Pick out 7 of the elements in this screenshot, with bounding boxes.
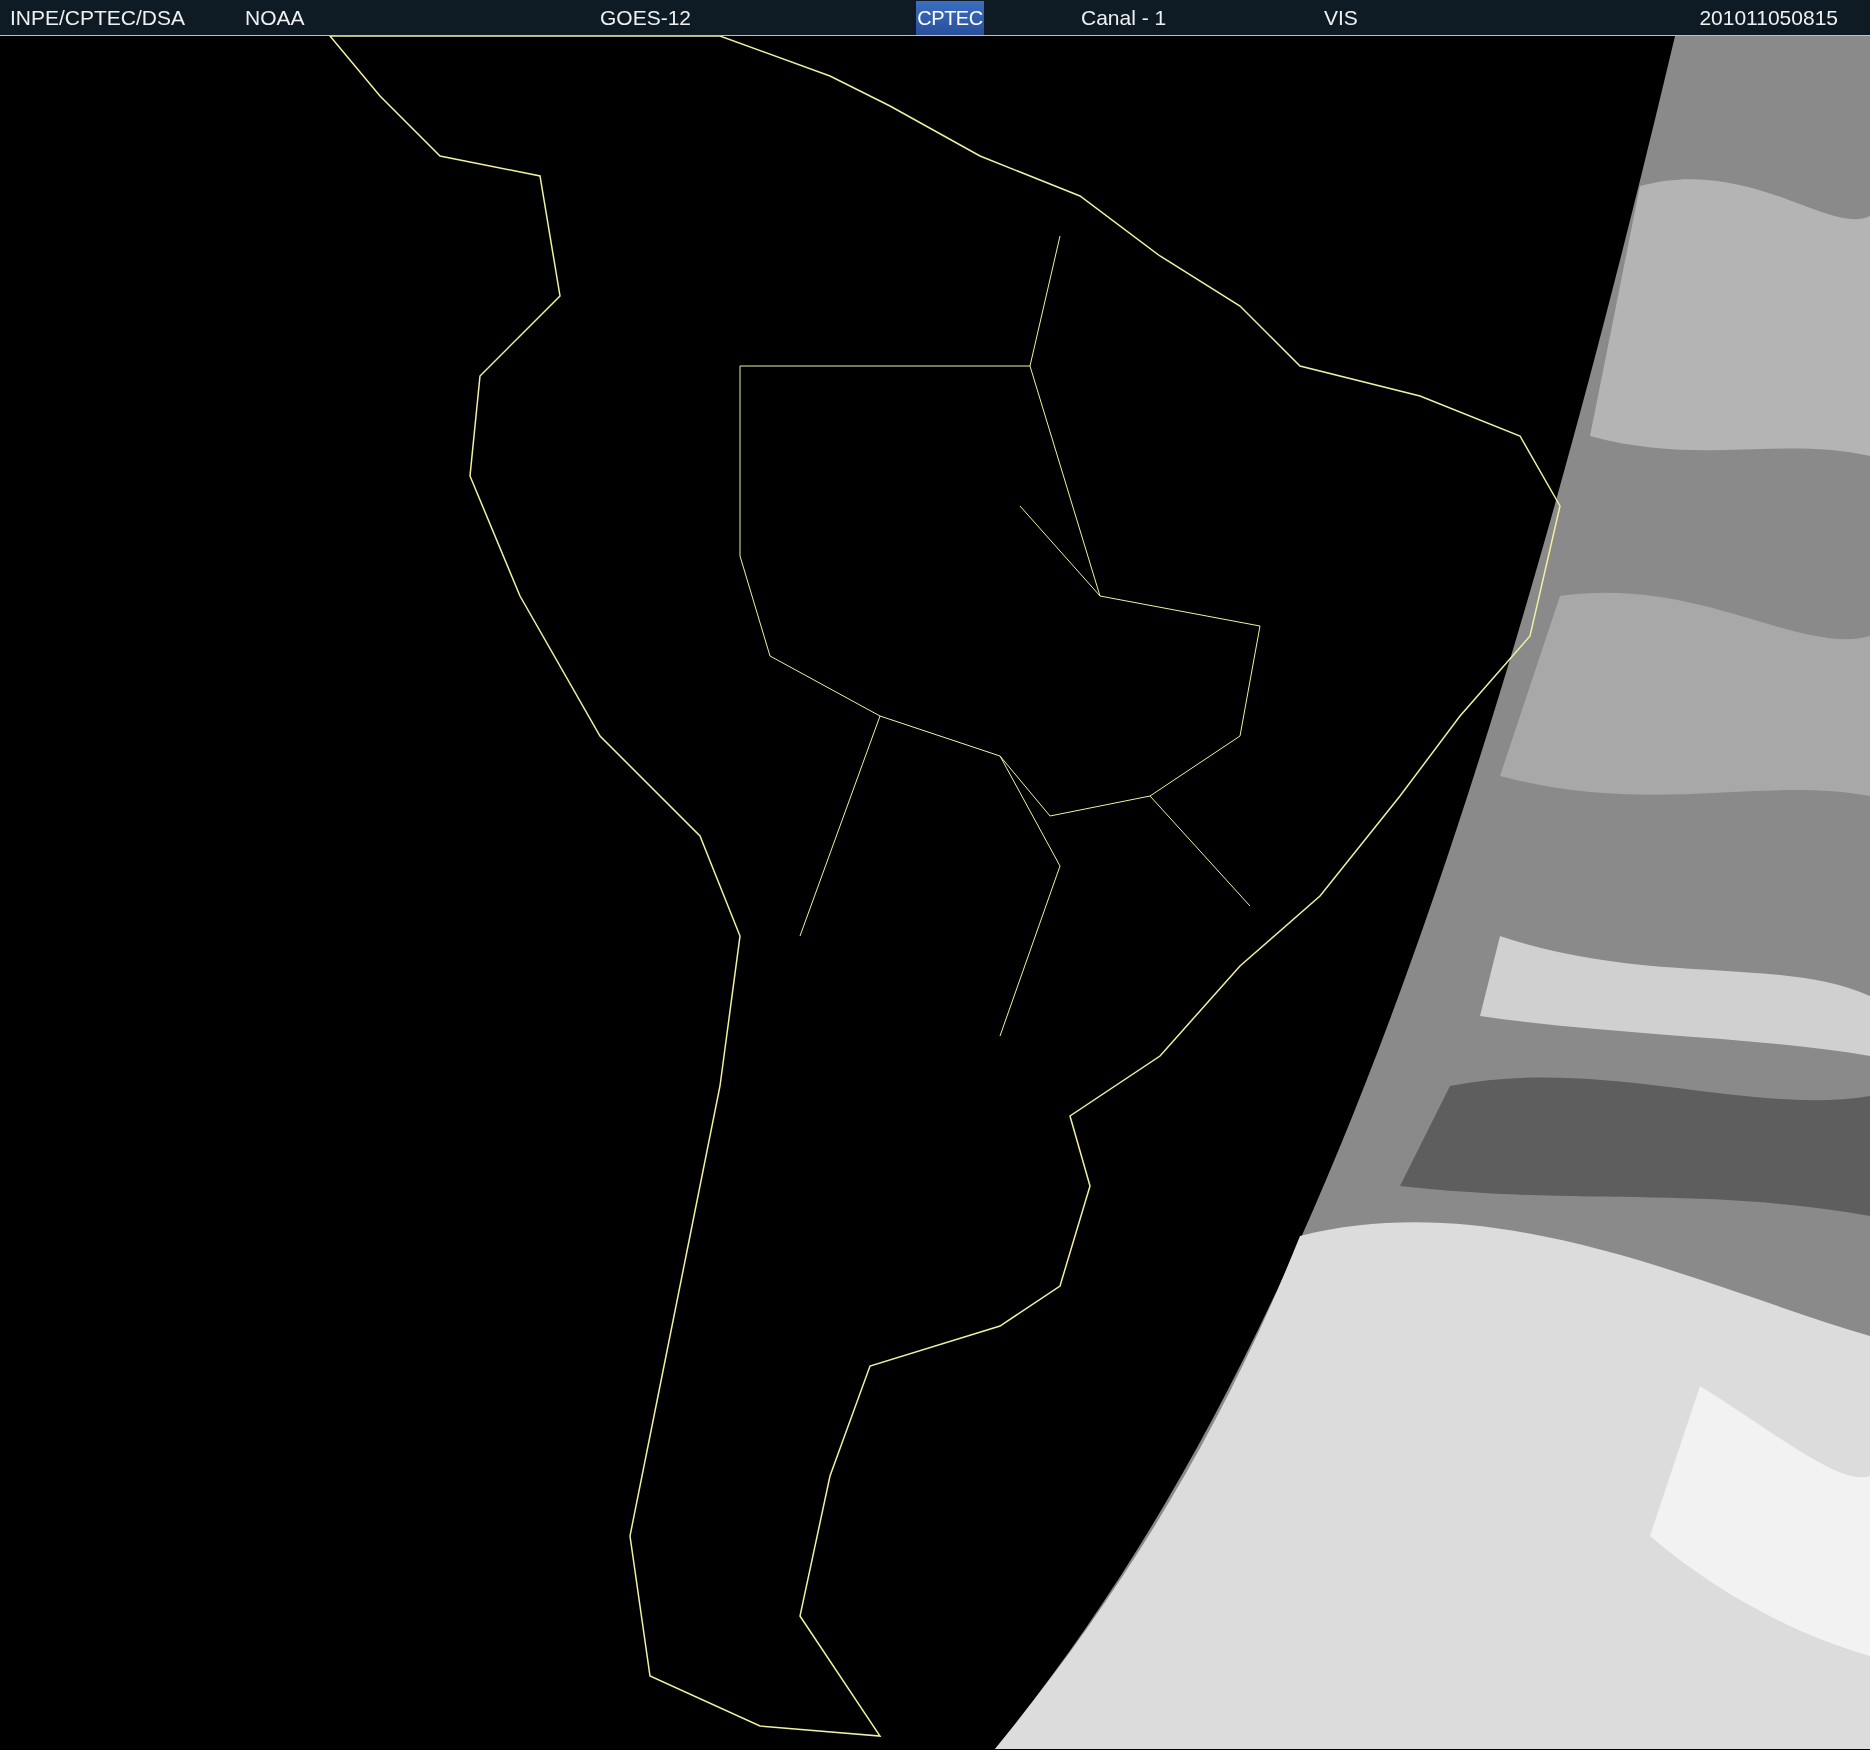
satellite-label: GOES-12 (600, 4, 693, 31)
band-label: VIS (1324, 4, 1358, 31)
timestamp-label: 201011050815 (1699, 4, 1838, 31)
logo: CPTEC (916, 0, 984, 35)
channel-label: Canal - 1 (1081, 4, 1168, 31)
agency-label: NOAA (245, 4, 306, 31)
source-label: INPE/CPTEC/DSA (10, 4, 187, 31)
